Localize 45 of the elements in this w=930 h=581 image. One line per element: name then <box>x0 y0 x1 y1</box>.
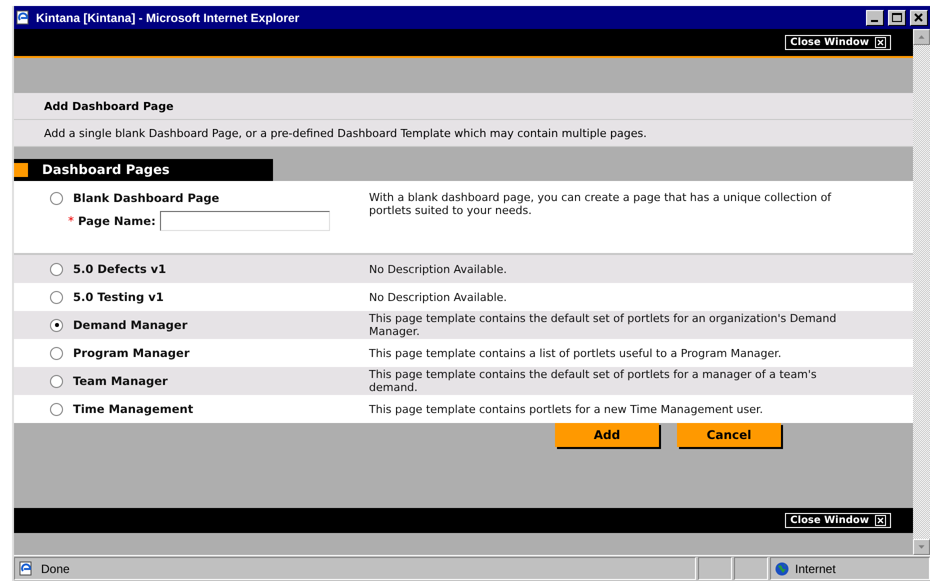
maximize-button[interactable] <box>888 10 906 26</box>
option-description: This page template contains a list of portlets useful to a Program Manager. <box>369 346 782 360</box>
zone-text: Internet <box>795 562 836 576</box>
status-pane <box>698 557 732 580</box>
globe-icon <box>775 562 789 576</box>
option-label: Time Management <box>73 402 194 416</box>
option-description: This page template contains the default set of portlets for an organization's Demand Manager. <box>369 312 838 338</box>
scroll-up-button[interactable] <box>913 29 930 45</box>
radio-button[interactable] <box>50 402 63 416</box>
option-description: This page template contains the default set of portlets for a manager of a team's demand. <box>369 368 818 394</box>
field-label: Page Name: <box>78 214 156 228</box>
add-button[interactable]: Add <box>555 423 659 447</box>
scroll-down-button[interactable] <box>913 539 930 555</box>
radio-button[interactable] <box>50 346 63 360</box>
page-name-field[interactable] <box>160 211 330 231</box>
option-description: With a blank dashboard page, you can create a page that has a unique collection of portlets suited to your needs. <box>369 191 832 217</box>
required-mark: * <box>68 214 74 228</box>
status-text: Done <box>41 562 70 576</box>
section-title: Dashboard Pages <box>42 162 170 178</box>
close-window-button[interactable]: Close Window <box>785 35 891 50</box>
option-label: Team Manager <box>73 374 168 388</box>
page-description: Add a single blank Dashboard Page, or a pre-defined Dashboard Template which may contain multiple pages. <box>14 120 913 147</box>
option-description: No Description Available. <box>369 290 508 304</box>
option-description: This page template contains portlets for a new Time Management user. <box>369 402 764 416</box>
close-window-button[interactable]: Close Window <box>785 513 891 528</box>
close-icon <box>875 515 886 526</box>
option-label: Blank Dashboard Page <box>73 191 220 205</box>
option-label: 5.0 Testing v1 <box>73 290 164 304</box>
radio-button[interactable] <box>50 318 63 332</box>
window-title: Kintana [Kintana] - Microsoft Internet Explorer <box>36 10 300 24</box>
close-icon <box>875 37 886 48</box>
minimize-button[interactable] <box>866 10 884 26</box>
page-heading: Add Dashboard Page <box>14 93 913 120</box>
option-label: Demand Manager <box>73 318 188 332</box>
radio-button[interactable] <box>50 192 63 204</box>
close-button[interactable] <box>910 10 928 26</box>
radio-button[interactable] <box>50 374 63 388</box>
section-marker-icon <box>14 163 28 177</box>
option-label: Program Manager <box>73 346 190 360</box>
cancel-button[interactable]: Cancel <box>677 423 781 447</box>
option-description: No Description Available. <box>369 262 508 276</box>
option-label: 5.0 Defects v1 <box>73 262 166 276</box>
radio-button[interactable] <box>50 290 63 304</box>
radio-button[interactable] <box>50 262 63 276</box>
status-pane <box>734 557 768 580</box>
